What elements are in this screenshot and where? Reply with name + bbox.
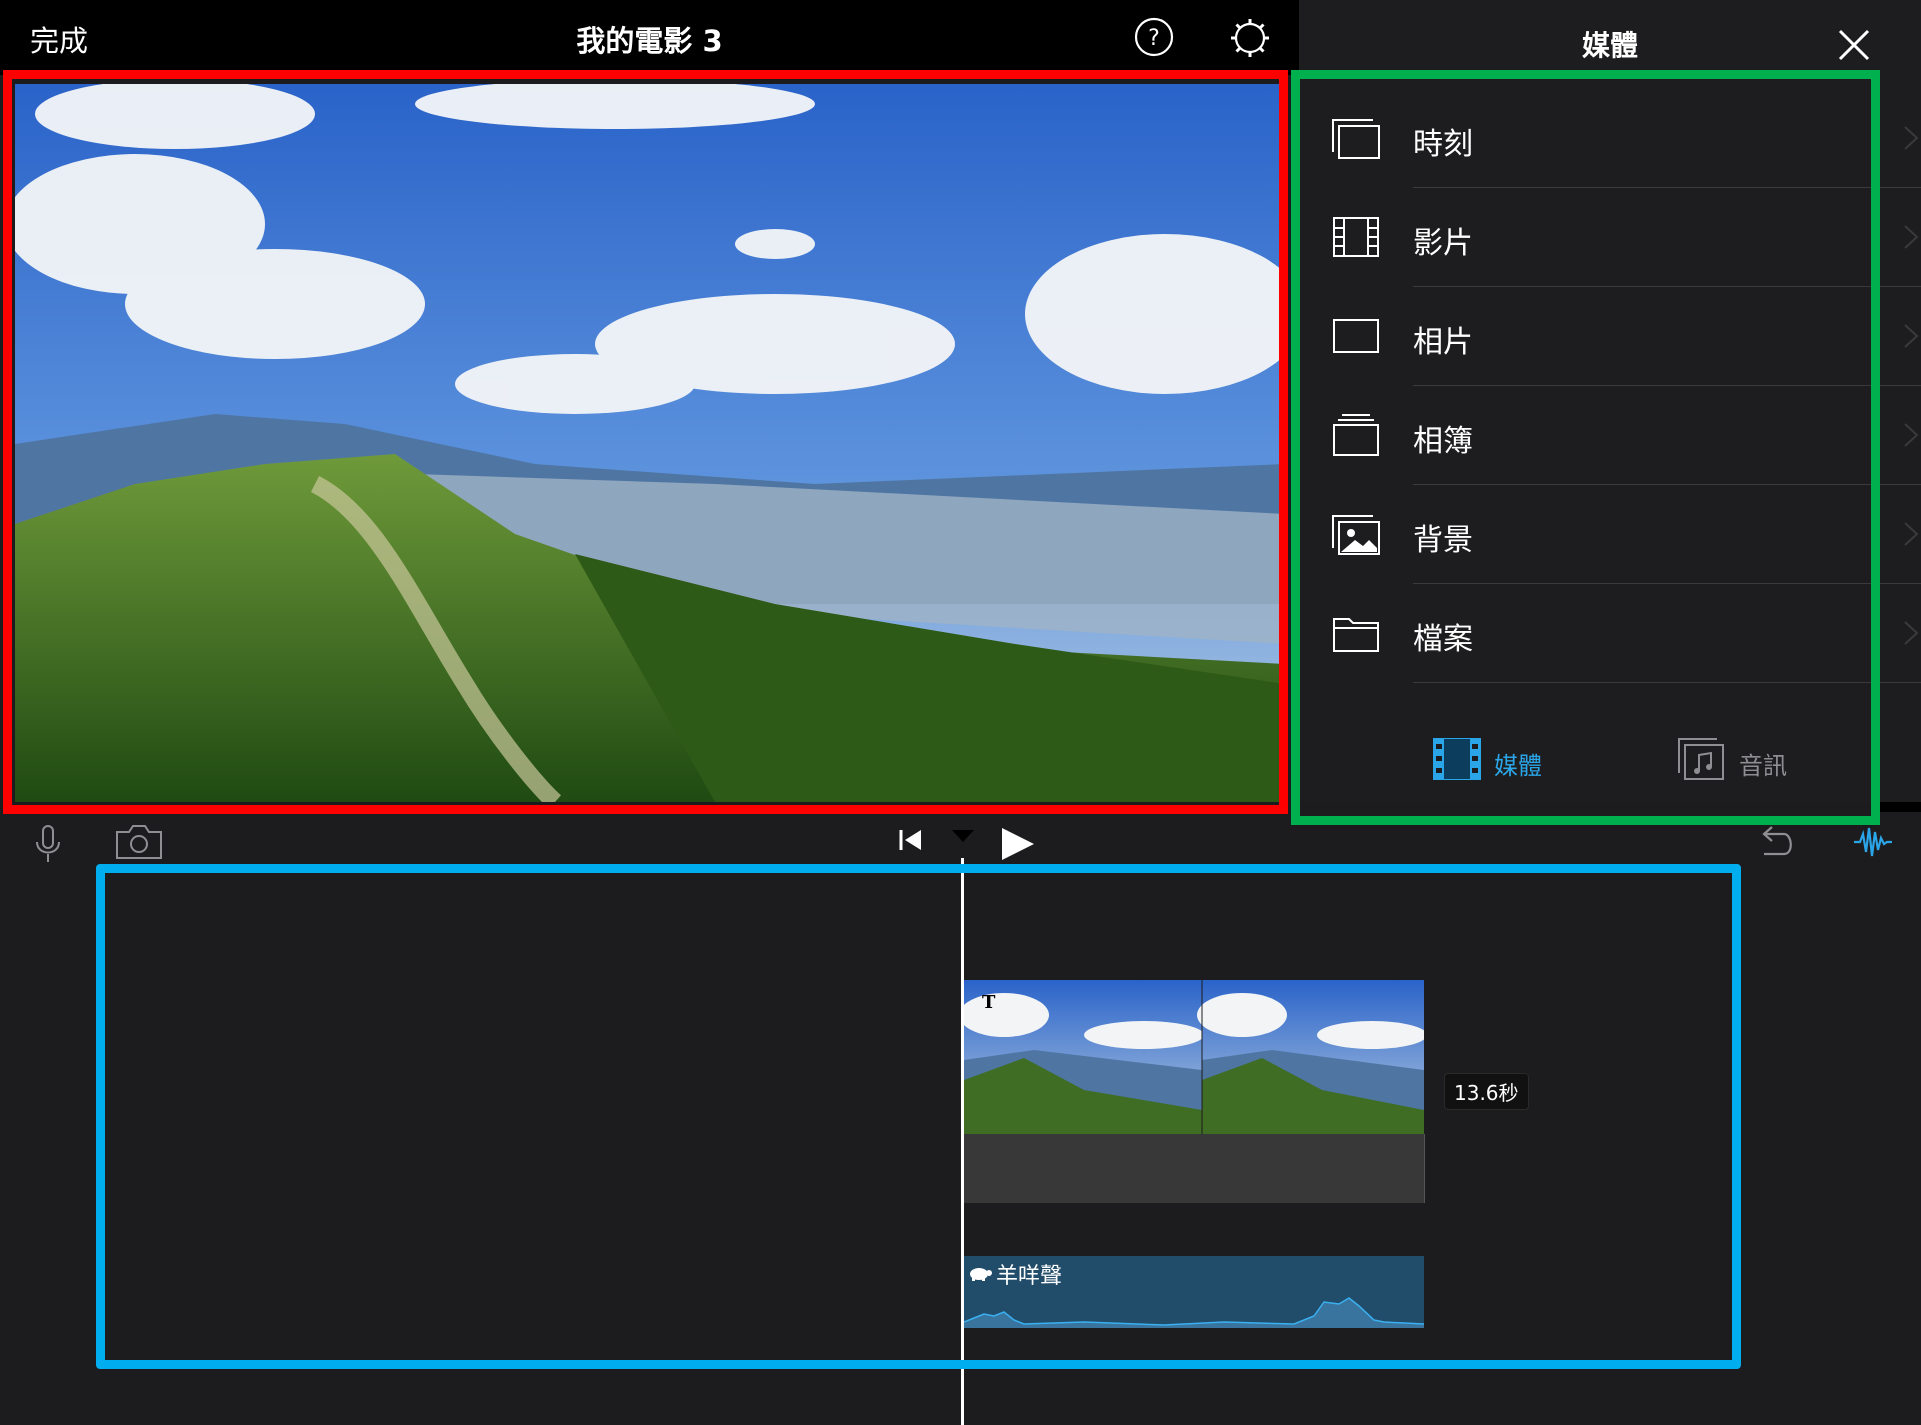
timeline-highlight-frame [96, 864, 1741, 1369]
help-icon[interactable]: ? [1134, 17, 1174, 57]
gear-icon[interactable] [1229, 17, 1271, 59]
chevron-right-icon [1901, 519, 1921, 549]
preview-highlight-frame [3, 70, 1288, 814]
close-icon[interactable] [1837, 28, 1871, 62]
skip-to-start-icon[interactable] [897, 826, 925, 858]
audio-waveform-icon[interactable] [1852, 824, 1894, 864]
svg-text:?: ? [1148, 26, 1160, 51]
project-title: 我的電影 3 [576, 24, 723, 58]
chevron-right-icon [1901, 123, 1921, 153]
chevron-right-icon [1901, 222, 1921, 252]
chevron-right-icon [1901, 321, 1921, 351]
panel-bottom-edge [1880, 802, 1921, 812]
media-panel-title: 媒體 [1581, 29, 1638, 62]
microphone-icon[interactable] [34, 824, 62, 868]
play-icon[interactable] [998, 824, 1038, 868]
playhead-marker [952, 830, 974, 842]
chevron-right-icon [1901, 618, 1921, 648]
chevron-right-icon [1901, 420, 1921, 450]
undo-icon[interactable] [1756, 824, 1796, 864]
media-panel-highlight-frame [1291, 70, 1880, 825]
camera-icon[interactable] [115, 824, 163, 864]
